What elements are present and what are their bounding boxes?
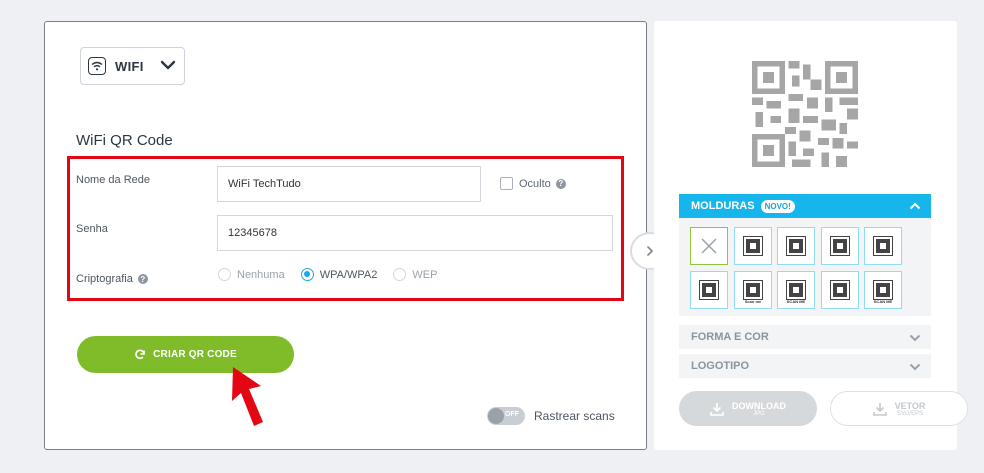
chevron-down-icon <box>909 362 921 374</box>
radio-none[interactable]: Nenhuma <box>218 268 285 281</box>
frame-option[interactable]: Scan me <box>734 271 772 309</box>
radio-dot <box>300 268 314 281</box>
vector-label: VETOR <box>894 400 926 411</box>
frame-option[interactable] <box>777 227 815 265</box>
toggle-knob <box>488 408 504 424</box>
radio-dot <box>218 268 231 281</box>
network-name-input[interactable]: WiFi TechTudo <box>217 166 481 202</box>
frame-option-none[interactable] <box>690 227 728 265</box>
pointer-arrow-annotation <box>232 367 263 426</box>
encryption-label-wrap: Criptografia ? <box>76 273 148 285</box>
frame-option[interactable]: SCAN ME <box>777 271 815 309</box>
encryption-options: Nenhuma WPA/WPA2 WEP <box>218 268 453 281</box>
qr-thumbnail <box>786 280 806 300</box>
frame-caption: SCAN ME <box>873 299 893 304</box>
qr-thumbnail <box>699 280 719 300</box>
vector-text: VETOR SVG/EPS <box>895 401 926 417</box>
help-icon[interactable]: ? <box>555 178 566 189</box>
download-button[interactable]: DOWNLOAD JPG <box>679 391 817 426</box>
download-icon <box>872 402 887 416</box>
frames-accordion-header[interactable]: MOLDURAS NOVO! <box>679 194 931 218</box>
radio-dot <box>393 268 407 281</box>
new-badge: NOVO! <box>760 199 795 213</box>
frame-caption: Scan me <box>744 299 762 304</box>
chevron-down-icon <box>909 333 921 345</box>
chevron-up-icon <box>909 201 921 213</box>
download-label: DOWNLOAD <box>732 400 786 411</box>
qr-thumbnail <box>743 236 763 256</box>
frame-caption: SCAN ME <box>786 299 806 304</box>
qr-type-dropdown[interactable]: WIFI <box>80 47 185 85</box>
preview-panel: MOLDURAS NOVO! Scan me SCAN ME SCAN ME F… <box>654 21 968 450</box>
qr-thumbnail <box>873 236 893 256</box>
tracking-toggle-wrap: OFF Rastrear scans <box>487 407 615 425</box>
qr-thumbnail <box>830 280 850 300</box>
create-qr-label: CRIAR QR CODE <box>153 349 237 360</box>
download-icon <box>710 402 724 416</box>
radio-label: Nenhuma <box>237 268 285 281</box>
vector-download-button[interactable]: VETOR SVG/EPS <box>830 391 968 426</box>
download-text: DOWNLOAD JPG <box>732 401 786 417</box>
logo-accordion[interactable]: LOGOTIPO <box>679 354 931 378</box>
refresh-icon <box>135 349 145 359</box>
frame-option[interactable] <box>821 271 859 309</box>
help-icon[interactable]: ? <box>137 274 148 284</box>
radio-wep[interactable]: WEP <box>393 268 437 281</box>
qr-thumbnail <box>830 236 850 256</box>
frame-option[interactable] <box>821 227 859 265</box>
logo-label: LOGOTIPO <box>691 360 750 372</box>
chevron-down-icon <box>160 57 176 75</box>
radio-label: WPA/WPA2 <box>319 268 378 281</box>
shape-color-accordion[interactable]: FORMA E COR <box>679 325 931 349</box>
close-icon <box>701 238 717 254</box>
qr-thumbnail <box>873 280 893 300</box>
frame-option[interactable] <box>864 227 902 265</box>
frames-grid: Scan me SCAN ME SCAN ME <box>679 218 931 316</box>
hidden-label: Oculto <box>519 177 551 190</box>
hidden-option[interactable]: Oculto ? <box>500 177 566 190</box>
vector-format: SVG/EPS <box>896 410 924 417</box>
qr-thumbnail <box>786 236 806 256</box>
password-label: Senha <box>76 223 108 235</box>
network-name-label: Nome da Rede <box>76 174 150 186</box>
qr-type-label: WIFI <box>115 58 144 74</box>
radio-wpa[interactable]: WPA/WPA2 <box>300 268 378 281</box>
wifi-icon <box>88 57 106 75</box>
form-title: WiFi QR Code <box>76 132 173 149</box>
frame-option[interactable] <box>690 271 728 309</box>
toggle-state: OFF <box>505 411 519 418</box>
qr-form-panel: WIFI WiFi QR Code Nome da Rede WiFi Tech… <box>44 21 647 450</box>
shape-color-label: FORMA E COR <box>691 331 769 343</box>
tracking-toggle[interactable]: OFF <box>487 407 525 425</box>
hidden-checkbox[interactable] <box>500 177 513 190</box>
qr-code-preview <box>752 61 858 167</box>
frames-label: MOLDURAS <box>691 200 755 212</box>
frame-option[interactable] <box>734 227 772 265</box>
tracking-label: Rastrear scans <box>534 409 615 423</box>
download-format: JPG <box>753 410 765 417</box>
password-input[interactable]: 12345678 <box>217 215 613 251</box>
frame-option[interactable]: SCAN ME <box>864 271 902 309</box>
radio-label: WEP <box>412 268 438 281</box>
qr-thumbnail <box>743 280 763 300</box>
encryption-label: Criptografia <box>76 273 133 285</box>
